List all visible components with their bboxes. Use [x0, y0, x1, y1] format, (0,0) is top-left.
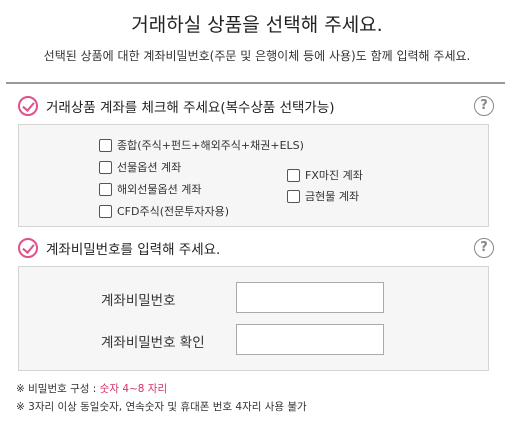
- checkbox-label: 해외선물옵션 계좌: [117, 183, 202, 196]
- password-rule-note: ※ 비밀번호 구성 : 숫자 4~8 자리: [16, 381, 167, 396]
- help-icon[interactable]: ?: [474, 96, 494, 116]
- checkbox[interactable]: [99, 182, 112, 196]
- page-subtitle: 선택된 상품에 대한 계좌비밀번호(주문 및 은행이체 등에 사용)도 함께 입…: [43, 49, 471, 63]
- password-rule-highlight: 숫자 4~8 자리: [99, 383, 168, 395]
- check-circle-icon: [18, 238, 38, 258]
- password-confirm-input[interactable]: [236, 324, 384, 355]
- checkbox-gold-spot-account[interactable]: 금현물 계좌: [287, 188, 359, 204]
- check-circle-icon: [18, 96, 38, 116]
- section-account-select-header: 거래상품 계좌를 체크해 주세요(복수상품 선택가능): [18, 94, 335, 118]
- checkbox-label: FX마진 계좌: [305, 169, 363, 182]
- password-rule-prefix: ※ 비밀번호 구성 :: [16, 383, 100, 395]
- checkbox[interactable]: [99, 138, 112, 152]
- checkbox[interactable]: [99, 160, 112, 174]
- checkbox-label: 종합(주식+펀드+해외주식+채권+ELS): [117, 139, 304, 152]
- password-panel: 계좌비밀번호 계좌비밀번호 확인: [18, 266, 489, 371]
- checkbox-overseas-futures-account[interactable]: 해외선물옵션 계좌: [99, 181, 201, 197]
- page-title: 거래하실 상품을 선택해 주세요.: [131, 14, 383, 36]
- checkbox-futures-options-account[interactable]: 선물옵션 계좌: [99, 159, 181, 175]
- password-label: 계좌비밀번호: [101, 293, 176, 309]
- checkbox[interactable]: [287, 189, 300, 203]
- checkbox[interactable]: [99, 204, 112, 218]
- checkbox-label: 선물옵션 계좌: [117, 161, 182, 174]
- checkbox-general-account[interactable]: 종합(주식+펀드+해외주식+채권+ELS): [99, 137, 304, 153]
- password-confirm-label: 계좌비밀번호 확인: [101, 335, 205, 351]
- checkbox-fx-margin-account[interactable]: FX마진 계좌: [287, 167, 363, 183]
- help-icon[interactable]: ?: [474, 238, 494, 258]
- section-account-select-label: 거래상품 계좌를 체크해 주세요(복수상품 선택가능): [46, 100, 335, 116]
- password-input[interactable]: [236, 282, 384, 313]
- checkbox-cfd-account[interactable]: CFD주식(전문투자자용): [99, 203, 229, 219]
- header-divider: [6, 82, 505, 84]
- account-checkbox-panel: 종합(주식+펀드+해외주식+채권+ELS) 선물옵션 계좌 해외선물옵션 계좌 …: [18, 124, 489, 227]
- checkbox[interactable]: [287, 168, 300, 182]
- section-password-label: 계좌비밀번호를 입력해 주세요.: [46, 242, 221, 258]
- password-restriction-note: ※ 3자리 이상 동일숫자, 연속숫자 및 휴대폰 번호 4자리 사용 불가: [16, 401, 307, 413]
- section-password-header: 계좌비밀번호를 입력해 주세요.: [18, 236, 220, 260]
- checkbox-label: CFD주식(전문투자자용): [117, 205, 230, 218]
- checkbox-label: 금현물 계좌: [305, 190, 360, 203]
